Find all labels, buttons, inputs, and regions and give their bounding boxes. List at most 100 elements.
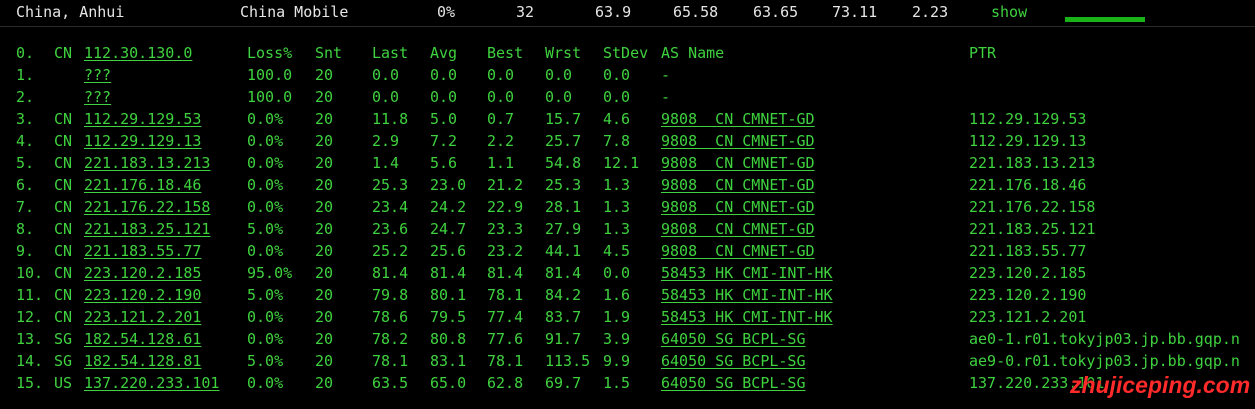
hop-number: 8. (16, 220, 35, 238)
header-snt: Snt (315, 44, 343, 62)
hop-loss: 5.0% (247, 286, 284, 304)
header-stdev: StDev (603, 44, 649, 62)
hop-as-name[interactable]: 64050 SG BCPL-SG (661, 374, 806, 392)
hop-stdev: 0.0 (603, 88, 631, 106)
hop-ip[interactable]: ??? (84, 88, 111, 106)
hop-as-name: - (661, 66, 671, 84)
hop-sent: 20 (315, 286, 334, 304)
hop-row: 13. SG 182.54.128.61 0.0% 20 78.2 80.8 77.6 91.7… (0, 330, 1255, 352)
hop-as-name[interactable]: 9808 CN CMNET-GD (661, 198, 815, 216)
hop-row: 4. CN 112.29.129.13 0.0% 20 2.9 7.2 2.2 25.7 7.8 9… (0, 132, 1255, 154)
hop-as-name[interactable]: 9808 CN CMNET-GD (661, 132, 815, 150)
hop-loss: 0.0% (247, 176, 284, 194)
hop-row: 10. CN 223.120.2.185 95.0% 20 81.4 81.4 81.4 81.… (0, 264, 1255, 286)
header-loss: Loss% (247, 44, 293, 62)
hop-stdev: 7.8 (603, 132, 631, 150)
hop-ptr: 223.120.2.185 (969, 264, 1087, 282)
hop-loss: 0.0% (247, 374, 284, 392)
hop-ip[interactable]: ??? (84, 66, 111, 84)
hop-avg: 79.5 (430, 308, 467, 326)
header-avg: Avg (430, 44, 458, 62)
hop-row: 8. CN 221.183.25.121 5.0% 20 23.6 24.7 23.3 27.9… (0, 220, 1255, 242)
hop-ptr: 221.183.13.213 (969, 154, 1096, 172)
hop-avg: 0.0 (430, 66, 458, 84)
hop-stdev: 9.9 (603, 352, 631, 370)
summary-isp: China Mobile (240, 3, 349, 21)
hop-country: CN (54, 308, 73, 326)
hop-ip[interactable]: 223.120.2.190 (84, 286, 201, 304)
hop-number: 14. (16, 352, 44, 370)
hop-sent: 20 (315, 330, 334, 348)
hop-ptr: ae0-1.r01.tokyjp03.jp.bb.gqp.n (969, 330, 1240, 348)
hop-ip[interactable]: 221.176.18.46 (84, 176, 201, 194)
hop-country: CN (54, 264, 73, 282)
hop-ptr: 112.29.129.53 (969, 110, 1087, 128)
hop-stdev: 1.6 (603, 286, 631, 304)
hop-as-name[interactable]: 58453 HK CMI-INT-HK (661, 286, 833, 304)
hop-row: 15. US 137.220.233.101 0.0% 20 63.5 65.0 62.8 69… (0, 374, 1255, 396)
hop-avg: 0.0 (430, 88, 458, 106)
hop-ip[interactable]: 223.121.2.201 (84, 308, 201, 326)
hop-avg: 5.0 (430, 110, 458, 128)
summary-bar: China, Anhui China Mobile 0% 32 63.9 65.… (0, 0, 1255, 26)
hop-ptr: 112.29.129.13 (969, 132, 1087, 150)
hop-last: 0.0 (372, 66, 400, 84)
hop-worst: 44.1 (545, 242, 582, 260)
hop-as-name[interactable]: 9808 CN CMNET-GD (661, 176, 815, 194)
hop-as-name[interactable]: 9808 CN CMNET-GD (661, 110, 815, 128)
hop-best: 22.9 (487, 198, 524, 216)
hop-sent: 20 (315, 154, 334, 172)
header-row: 0. CN 112.30.130.0 Loss% Snt Last Avg Be… (0, 44, 1255, 66)
hop-ip[interactable]: 221.183.25.121 (84, 220, 210, 238)
hop-ip[interactable]: 112.29.129.53 (84, 110, 201, 128)
traceroute-output: 0. CN 112.30.130.0 Loss% Snt Last Avg Be… (0, 26, 1255, 409)
hop-country: CN (54, 242, 73, 260)
hop-ip[interactable]: 223.120.2.185 (84, 264, 201, 282)
hop-best: 1.1 (487, 154, 515, 172)
hop-ip[interactable]: 221.183.13.213 (84, 154, 210, 172)
hop-as-name[interactable]: 9808 CN CMNET-GD (661, 154, 815, 172)
hop-country: SG (54, 352, 73, 370)
hop-as-name[interactable]: 9808 CN CMNET-GD (661, 242, 815, 260)
hop-last: 11.8 (372, 110, 409, 128)
hop-number: 4. (16, 132, 35, 150)
hop-as-name[interactable]: 58453 HK CMI-INT-HK (661, 308, 833, 326)
hop-stdev: 3.9 (603, 330, 631, 348)
header-ptr: PTR (969, 44, 997, 62)
hop-ip[interactable]: 221.176.22.158 (84, 198, 210, 216)
hop-ip[interactable]: 182.54.128.81 (84, 352, 201, 370)
header-ip[interactable]: 112.30.130.0 (84, 44, 192, 62)
hop-as-name[interactable]: 64050 SG BCPL-SG (661, 330, 806, 348)
hop-ptr: 221.176.22.158 (969, 198, 1096, 216)
hop-ip[interactable]: 112.29.129.13 (84, 132, 201, 150)
hop-last: 79.8 (372, 286, 409, 304)
hop-as-name[interactable]: 58453 HK CMI-INT-HK (661, 264, 833, 282)
hop-sent: 20 (315, 198, 334, 216)
summary-sent: 32 (516, 3, 535, 21)
hop-ip[interactable]: 137.220.233.101 (84, 374, 219, 392)
hop-ip[interactable]: 182.54.128.61 (84, 330, 201, 348)
hop-worst: 28.1 (545, 198, 582, 216)
hop-last: 23.4 (372, 198, 409, 216)
hop-ptr: ae9-0.r01.tokyjp03.jp.bb.gqp.n (969, 352, 1240, 370)
header-cc: CN (54, 44, 73, 62)
hop-as-name[interactable]: 9808 CN CMNET-GD (661, 220, 815, 238)
header-best: Best (487, 44, 524, 62)
hop-loss: 100.0 (247, 66, 293, 84)
hop-loss: 0.0% (247, 154, 284, 172)
hop-country: CN (54, 132, 73, 150)
hop-as-name[interactable]: 64050 SG BCPL-SG (661, 352, 806, 370)
hop-loss: 0.0% (247, 330, 284, 348)
hop-worst: 69.7 (545, 374, 582, 392)
hop-number: 1. (16, 66, 35, 84)
hop-best: 81.4 (487, 264, 524, 282)
hop-best: 62.8 (487, 374, 524, 392)
hop-best: 0.7 (487, 110, 515, 128)
hop-ptr: 223.121.2.201 (969, 308, 1087, 326)
show-button[interactable]: show (991, 3, 1027, 21)
hop-best: 0.0 (487, 66, 515, 84)
summary-worst: 73.11 (832, 3, 878, 21)
hop-worst: 27.9 (545, 220, 582, 238)
hop-number: 7. (16, 198, 35, 216)
hop-ip[interactable]: 221.183.55.77 (84, 242, 201, 260)
